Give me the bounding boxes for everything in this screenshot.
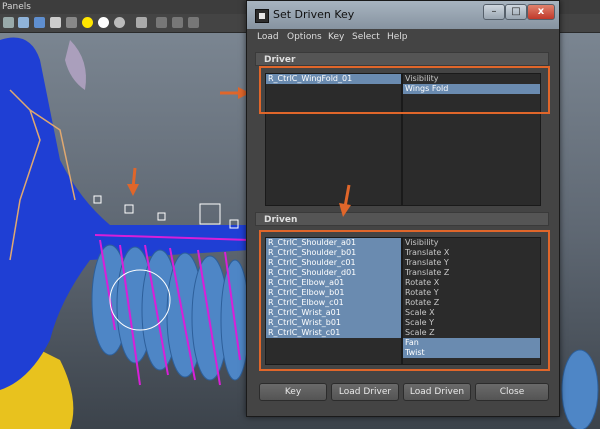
isolate-icon[interactable] — [136, 17, 147, 28]
window-title: Set Driven Key — [273, 8, 355, 21]
driven-callout-arrow — [339, 184, 351, 217]
driven-section-header[interactable]: Driven — [255, 212, 549, 226]
shaded-sphere-icon[interactable] — [114, 17, 125, 28]
sphere-icon[interactable] — [98, 17, 109, 28]
close-button[interactable]: Close — [475, 383, 549, 401]
wireframe-cube-icon[interactable] — [66, 17, 77, 28]
menu-select[interactable]: Select — [352, 32, 380, 42]
checker-icon[interactable] — [50, 17, 61, 28]
load-driven-button[interactable]: Load Driven — [403, 383, 471, 401]
cube-icon[interactable] — [34, 17, 45, 28]
menu-load[interactable]: Load — [257, 32, 279, 42]
window-app-icon — [255, 9, 269, 23]
xray-icon[interactable] — [156, 17, 167, 28]
set-driven-key-dialog: Set Driven Key – □ x Load Options Key Se… — [246, 0, 560, 417]
select-tool-icon[interactable] — [3, 17, 14, 28]
driver-section-header[interactable]: Driver — [255, 52, 549, 66]
menu-key[interactable]: Key — [328, 32, 344, 42]
maximize-button[interactable]: □ — [505, 4, 527, 20]
title-bar[interactable]: Set Driven Key – □ x — [247, 1, 559, 30]
load-driver-button[interactable]: Load Driver — [331, 383, 399, 401]
key-button[interactable]: Key — [259, 383, 327, 401]
close-window-button[interactable]: x — [527, 4, 555, 20]
minimize-button[interactable]: – — [483, 4, 505, 20]
grid-icon[interactable] — [18, 17, 29, 28]
light-icon[interactable] — [82, 17, 93, 28]
joint-icon[interactable] — [188, 17, 199, 28]
dialog-menu-bar: Load Options Key Select Help — [247, 29, 559, 46]
driver-highlight-box — [259, 66, 550, 114]
driven-highlight-box — [259, 230, 550, 371]
menu-help[interactable]: Help — [387, 32, 408, 42]
copy-icon[interactable] — [172, 17, 183, 28]
menu-options[interactable]: Options — [287, 32, 322, 42]
